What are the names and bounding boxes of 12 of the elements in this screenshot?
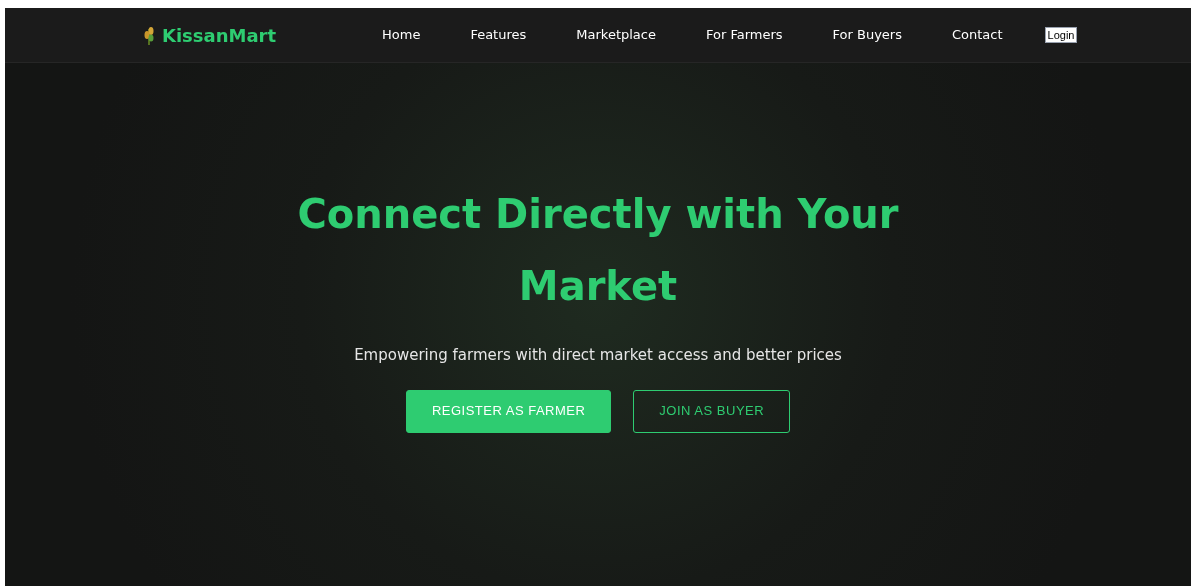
- hero-title: Connect Directly with Your Market: [296, 190, 900, 311]
- nav-link[interactable]: Home: [372, 25, 431, 45]
- join-button[interactable]: JOIN AS BUYER: [633, 389, 791, 433]
- nav-link[interactable]: Contact: [942, 25, 1013, 45]
- login-button[interactable]: Login: [1044, 27, 1078, 43]
- nav-link[interactable]: Marketplace: [566, 25, 666, 45]
- nav-link[interactable]: For Buyers: [822, 25, 912, 45]
- nav-link[interactable]: For Farmers: [695, 25, 793, 45]
- brand-logo[interactable]: KissanMart: [162, 21, 277, 49]
- nav-link[interactable]: Features: [460, 25, 537, 45]
- hero-subtitle: Empowering farmers with direct market access and better prices: [354, 345, 842, 366]
- wheat-icon: [142, 25, 156, 45]
